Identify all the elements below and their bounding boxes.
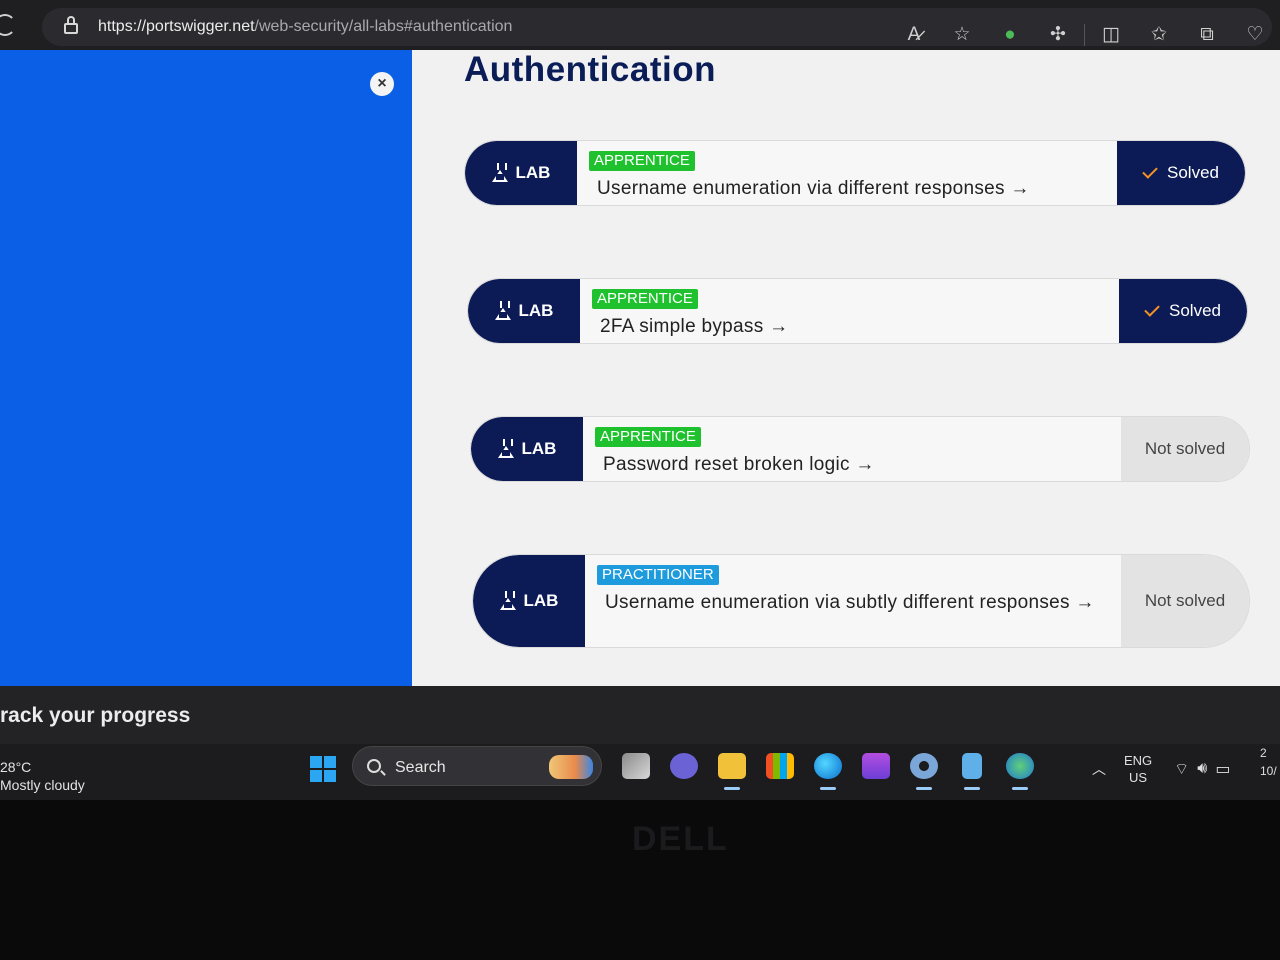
flask-icon [497,439,514,459]
labs-content: Authentication LAB APPRENTICE Username e… [412,50,1280,686]
lab-tag: LAB [465,141,577,205]
flask-icon [494,301,511,321]
clipchamp-icon[interactable] [852,744,900,788]
edge-browser-icon[interactable] [804,744,852,790]
extensions-puzzle-icon[interactable]: ✣ [1034,20,1082,50]
status-badge: Solved [1119,279,1247,343]
toolbar-divider [1084,24,1085,46]
taskbar-apps [612,744,1044,790]
status-badge: Not solved [1121,555,1249,647]
lab-info: APPRENTICE Password reset broken logic → [595,427,1099,477]
progress-strip: rack your progress [0,686,1280,744]
lab-title-link[interactable]: Password reset broken logic → [603,453,1099,477]
flask-icon [491,163,508,183]
split-screen-icon[interactable]: ◫ [1087,20,1135,50]
teams-chat-icon[interactable] [660,744,708,788]
lab-tag-label: LAB [518,301,554,320]
reload-icon[interactable] [0,14,16,36]
lock-icon[interactable] [64,16,78,34]
lab-row[interactable]: LAB APPRENTICE 2FA simple bypass → Solve… [467,278,1248,344]
lab-title-link[interactable]: 2FA simple bypass → [600,315,1097,339]
web-page: × Authentication LAB APPRENTICE Username… [0,50,1280,686]
lab-title-link[interactable]: Username enumeration via different respo… [597,177,1095,201]
lab-tag: LAB [468,279,580,343]
search-label: Search [395,759,446,776]
wifi-icon[interactable]: ⌔ [1174,759,1189,779]
windows-taskbar: 28°C Mostly cloudy Search ︿ ENG US ⌔ 🔊︎ … [0,744,1280,800]
taskbar-search-box[interactable]: Search [352,746,602,786]
status-label: Not solved [1144,591,1226,610]
level-badge: APPRENTICE [589,151,695,171]
status-badge: Solved [1117,141,1245,205]
lab-tag-label: LAB [515,163,551,182]
favorite-star-icon[interactable]: ☆ [938,20,986,50]
url-path: /web-security/all-labs#authentication [254,18,513,35]
lang-secondary: US [1129,770,1148,785]
track-progress-heading: rack your progress [0,704,191,727]
chevron-up-icon[interactable]: ︿ [1092,759,1106,779]
clock-time: 2 [1260,746,1267,760]
status-label: Not solved [1144,439,1226,458]
extension-icon[interactable]: ● [986,20,1034,50]
favorites-icon[interactable]: ✩ [1135,20,1183,50]
lab-info: APPRENTICE 2FA simple bypass → [592,289,1097,339]
status-badge: Not solved [1121,417,1249,481]
browser-toolbar-icons: A̷ ☆ ● ✣ ◫ ✩ ⧉ ♡ [890,20,1279,50]
check-icon [1144,301,1160,317]
microsoft-store-icon[interactable] [756,744,804,788]
file-explorer-icon[interactable] [708,744,756,790]
url-host: https://portswigger.net [98,18,255,35]
battery-icon[interactable]: ▭ [1215,759,1230,779]
read-aloud-icon[interactable]: A̷ [890,20,938,50]
browser-essentials-icon[interactable]: ♡ [1231,20,1279,50]
status-label: Solved [1169,301,1221,320]
status-label: Solved [1167,163,1219,182]
section-title: Authentication [464,50,716,89]
laptop-bezel: DELL [0,800,1280,960]
lab-info: APPRENTICE Username enumeration via diff… [589,151,1095,201]
lab-row[interactable]: LAB APPRENTICE Password reset broken log… [470,416,1250,482]
dell-logo: DELL [632,820,729,858]
close-panel-button[interactable]: × [370,72,394,96]
lab-title-link[interactable]: Username enumeration via subtly differen… [605,591,1099,615]
weather-desc: Mostly cloudy [0,777,85,793]
lab-tag-label: LAB [523,591,559,610]
globe-app-icon[interactable] [996,744,1044,790]
windows-start-icon[interactable] [310,756,336,782]
level-badge: APPRENTICE [595,427,701,447]
taskbar-clock[interactable]: 2 10/ [1260,744,1277,780]
collections-icon[interactable]: ⧉ [1183,20,1231,50]
volume-icon[interactable]: 🔊︎ [1197,760,1207,778]
search-icon [367,759,381,773]
url-text[interactable]: https://portswigger.net/web-security/all… [98,18,512,36]
browser-toolbar: https://portswigger.net/web-security/all… [0,0,1280,50]
lab-info: PRACTITIONER Username enumeration via su… [597,565,1099,615]
notepad-icon[interactable] [948,744,996,790]
level-badge: PRACTITIONER [597,565,719,585]
level-badge: APPRENTICE [592,289,698,309]
lab-tag: LAB [471,417,583,481]
progress-side-panel: × [0,50,412,686]
lab-tag: LAB [473,555,585,647]
weather-widget[interactable]: 28°C Mostly cloudy [0,758,85,794]
flask-icon [499,591,516,611]
search-highlight-image [549,755,593,779]
check-icon [1142,163,1158,179]
lab-row[interactable]: LAB PRACTITIONER Username enumeration vi… [472,554,1250,648]
lang-primary: ENG [1124,753,1153,768]
system-tray: ︿ ENG US ⌔ 🔊︎ ▭ [1092,744,1238,794]
lab-tag-label: LAB [521,439,557,458]
lab-row[interactable]: LAB APPRENTICE Username enumeration via … [464,140,1246,206]
weather-temp: 28°C [0,759,32,775]
language-indicator[interactable]: ENG US [1124,752,1152,786]
task-view-icon[interactable] [612,744,660,788]
clock-date: 10/ [1260,764,1277,778]
settings-gear-icon[interactable] [900,744,948,790]
